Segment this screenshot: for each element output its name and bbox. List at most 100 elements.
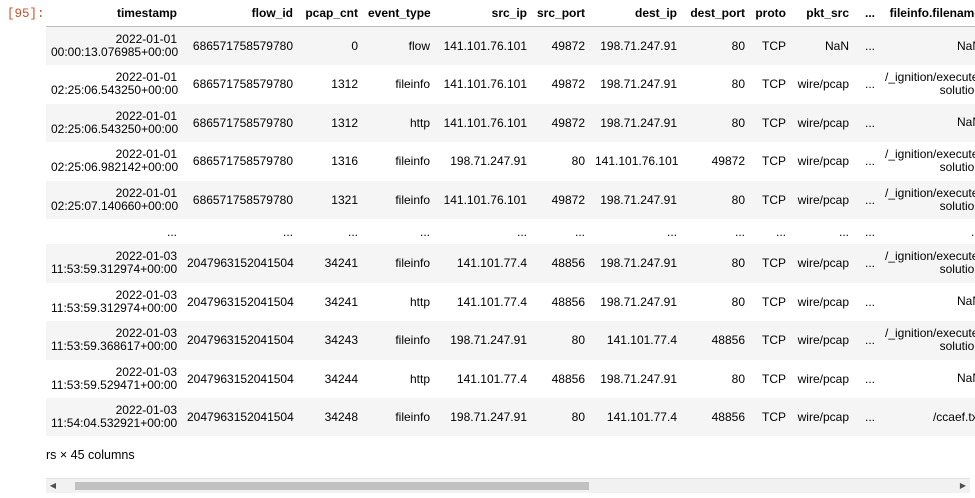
column-header: fileinfo.filename [880,0,975,27]
more-cell: ... [864,333,875,348]
src-port-cell: 49872 [551,39,585,53]
table-row: 2022-01-03 11:53:59.312974+00:00 204796315… [46,244,975,283]
event-type-cell: fileinfo [395,154,430,169]
proto-cell: TCP [762,410,786,425]
timestamp-time: 11:53:59.312974+00:00 [51,300,178,315]
table-row: 2022-01-01 02:25:07.140660+00:00 686571758… [46,180,975,220]
proto-cell: TCP [762,371,786,386]
event-type-cell: fileinfo [395,192,430,207]
scroll-right-arrow-icon[interactable]: ▶ [956,479,970,493]
scroll-left-arrow-icon[interactable]: ◀ [46,479,60,493]
dest-ip-cell: 198.71.247.91 [600,192,677,207]
src-ip-cell: 141.101.76.101 [443,115,527,130]
timestamp-time: 11:53:59.368617+00:00 [51,339,178,354]
pkt-src-cell: wire/pcap [797,410,849,425]
table-row: 2022-01-01 00:00:13.076985+00:00 686571758… [46,26,975,65]
ellipsis-cell: ... [419,224,430,239]
src-ip-cell: 198.71.247.91 [450,154,527,169]
table-row: .................................... [46,219,975,244]
table-row: 2022-01-01 02:25:06.982142+00:00 686571758… [46,142,975,181]
timestamp-time: 02:25:07.140660+00:00 [51,198,179,213]
dest-port-cell: 48856 [711,333,745,348]
src-port-cell: 80 [571,410,585,425]
flow-id-cell: 686571758579780 [192,154,293,169]
timestamp-cell: 2022-01-03 11:53:59.529471+00:00 [46,360,182,399]
dataframe-shape-text: rs × 45 columns [46,448,135,462]
event-type-cell: fileinfo [395,410,430,425]
event-type-cell: http [409,115,430,130]
src-ip-cell: 198.71.247.91 [450,333,527,348]
src-ip-cell: 141.101.76.101 [443,192,527,207]
src-port-cell: 48856 [551,256,585,271]
filename-cell: NaN [956,115,975,130]
pcap-cnt-cell: 34244 [324,371,358,386]
pcap-cnt-cell: 34248 [324,410,358,425]
timestamp-cell: 2022-01-03 11:53:59.312974+00:00 [46,244,182,283]
dest-ip-cell: 198.71.247.91 [600,77,677,92]
timestamp-time: 11:54:04.532921+00:00 [51,416,178,431]
proto-cell: TCP [762,115,786,130]
flow-id-cell: 686571758579780 [192,192,293,207]
pcap-cnt-cell: 1316 [331,154,358,169]
timestamp-time: 00:00:13.076985+00:00 [51,45,179,59]
header-row: timestamp flow_id pcap_cnt event_type src_ip… [46,0,975,27]
ellipsis-cell: ... [347,224,358,239]
event-type-cell: flow [408,39,430,53]
more-cell: ... [864,410,875,425]
ellipsis-cell: ... [838,224,849,239]
dest-port-cell: 80 [731,39,745,53]
filename-cell: /_ignition/execute-solution [885,185,975,213]
timestamp-cell: 2022-01-03 11:53:59.368617+00:00 [46,321,182,360]
proto-cell: TCP [762,39,786,53]
proto-cell: TCP [762,294,786,309]
timestamp-cell: 2022-01-01 02:25:06.543250+00:00 [46,65,182,104]
table-row: 2022-01-03 11:54:04.532921+00:00 204796315… [46,398,975,436]
filename-cell: /_ignition/execute-solution [885,147,975,175]
src-port-cell: 49872 [551,192,585,207]
ellipsis-cell: ... [734,224,745,239]
filename-cell: NaN [956,294,975,309]
pkt-src-cell: wire/pcap [797,115,849,130]
dest-port-cell: 80 [731,294,745,309]
dest-ip-cell: 198.71.247.91 [600,115,677,130]
pcap-cnt-cell: 34241 [324,256,358,271]
more-cell: ... [864,371,875,386]
dest-port-cell: 80 [731,115,745,130]
column-header: flow_id [182,0,298,27]
pcap-cnt-cell: 1312 [331,115,358,130]
more-cell: ... [864,39,875,53]
pkt-src-cell: wire/pcap [797,371,849,386]
pkt-src-cell: wire/pcap [797,256,849,271]
flow-id-cell: 2047963152041504 [187,333,294,348]
timestamp-date: 2022-01-03 [115,364,177,379]
event-type-cell: fileinfo [395,256,430,271]
timestamp-cell: 2022-01-01 02:25:07.140660+00:00 [46,181,182,220]
src-ip-cell: 141.101.76.101 [443,77,527,92]
src-ip-cell: 198.71.247.91 [450,410,527,425]
pkt-src-cell: wire/pcap [797,192,849,207]
scrollbar-thumb[interactable] [75,482,590,490]
timestamp-time: 02:25:06.543250+00:00 [51,83,179,98]
src-port-cell: 48856 [551,294,585,309]
timestamp-cell: 2022-01-01 02:25:06.982142+00:00 [46,142,182,181]
proto-cell: TCP [762,256,786,271]
timestamp-time: 11:53:59.312974+00:00 [51,262,178,277]
column-header: dest_port [682,0,750,27]
dest-ip-cell: 198.71.247.91 [600,256,677,271]
timestamp-time: 11:53:59.529471+00:00 [51,377,178,392]
filename-cell: /_ignition/execute-solution [885,70,975,98]
flow-id-cell: 2047963152041504 [187,294,294,309]
more-cell: ... [864,77,875,92]
more-cell: ... [864,294,875,309]
src-ip-cell: 141.101.76.101 [443,39,527,53]
table-row: 2022-01-03 11:53:59.368617+00:00 204796315… [46,321,975,360]
ellipsis-cell: ... [864,224,875,239]
pcap-cnt-cell: 1321 [331,192,358,207]
ellipsis-cell: ... [574,224,585,239]
dest-ip-cell: 141.101.77.4 [606,410,677,425]
filename-cell: NaN [956,371,975,386]
event-type-cell: fileinfo [395,333,430,348]
timestamp-time: 02:25:06.543250+00:00 [51,121,179,136]
src-ip-cell: 141.101.77.4 [456,371,527,386]
horizontal-scrollbar[interactable]: ◀ ▶ [46,478,970,493]
